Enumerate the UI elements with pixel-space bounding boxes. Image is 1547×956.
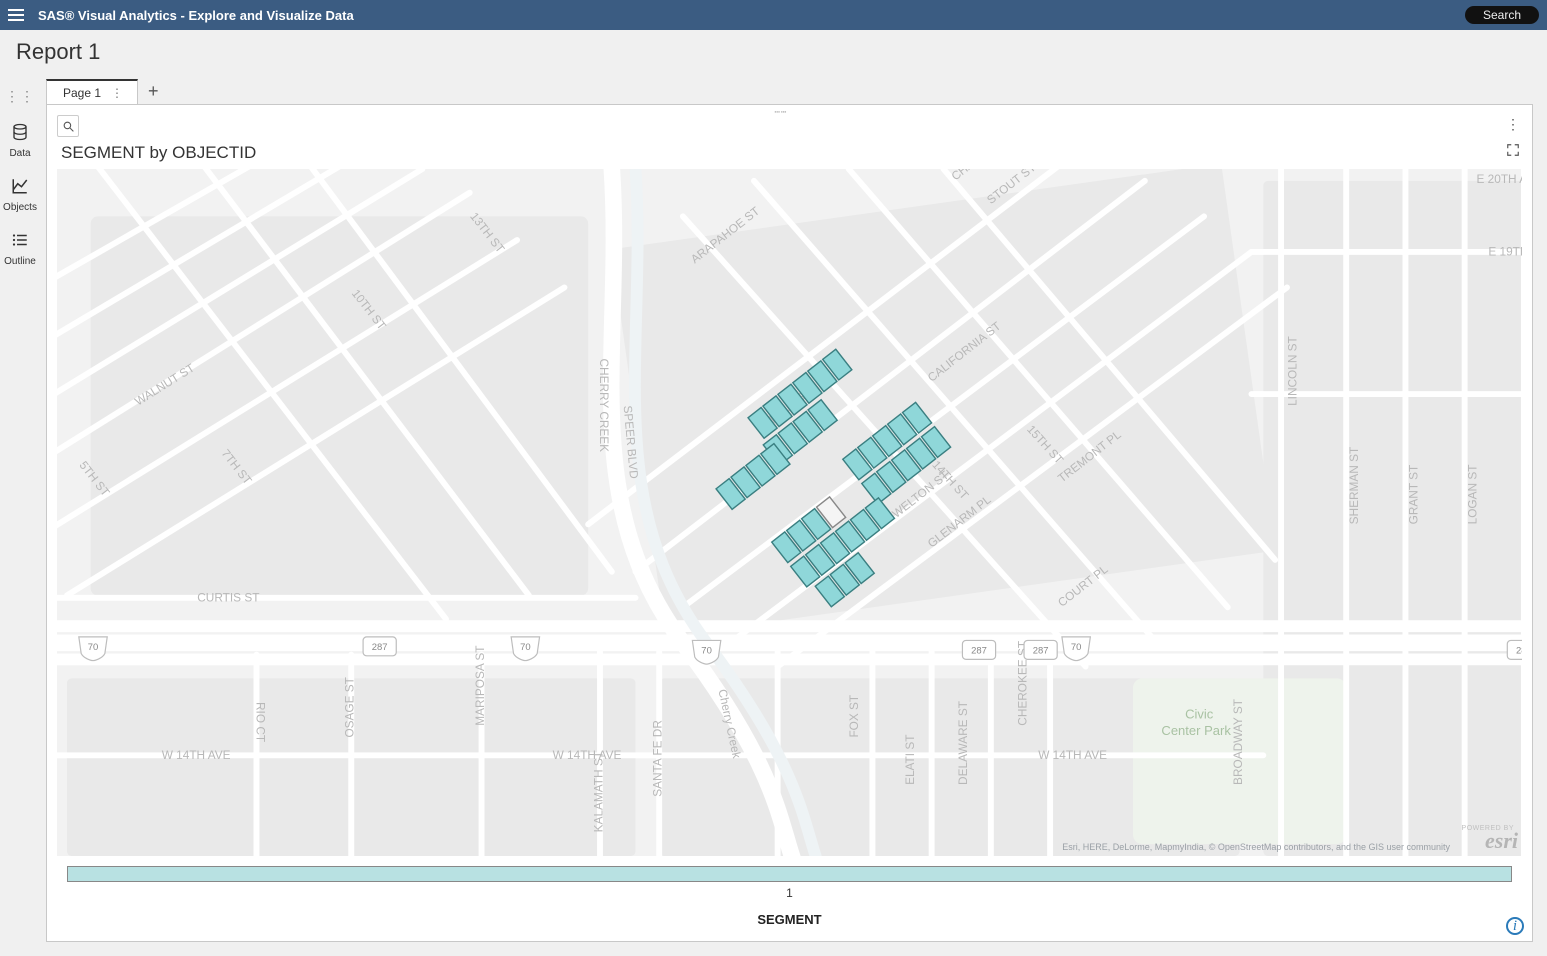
global-search[interactable]: Search (1465, 6, 1539, 24)
workspace: Page 1 ⋮ + ┅┅ SEGMENT by OBJECTID ⋮ (40, 74, 1547, 956)
svg-text:287: 287 (1033, 645, 1049, 656)
chart-icon (11, 177, 29, 198)
svg-text:70: 70 (88, 642, 99, 653)
geo-map[interactable]: 13TH ST 10TH ST 7TH ST 5TH ST WALNUT ST … (57, 169, 1522, 856)
magnifier-icon (62, 120, 75, 133)
svg-text:W 14TH AVE: W 14TH AVE (553, 748, 622, 762)
svg-text:287: 287 (372, 642, 388, 653)
svg-text:LINCOLN ST: LINCOLN ST (1285, 336, 1299, 406)
svg-text:70: 70 (1071, 642, 1082, 653)
svg-text:287: 287 (1516, 645, 1522, 656)
legend-color-bar (67, 866, 1512, 882)
maximize-button[interactable] (1502, 139, 1524, 161)
rail-item-data[interactable]: Data (0, 123, 40, 159)
report-canvas: ┅┅ SEGMENT by OBJECTID ⋮ (46, 104, 1533, 942)
svg-text:FOX ST: FOX ST (847, 695, 861, 738)
tab-label: Page 1 (63, 86, 101, 100)
svg-text:W 14TH AVE: W 14TH AVE (1038, 748, 1107, 762)
svg-text:SANTA FE DR: SANTA FE DR (651, 720, 665, 797)
svg-text:DELAWARE ST: DELAWARE ST (956, 701, 970, 785)
svg-text:KALAMATH ST: KALAMATH ST (591, 751, 605, 832)
object-search-button[interactable] (57, 115, 79, 137)
svg-text:Civic: Civic (1185, 707, 1214, 722)
svg-text:E 20TH AVE: E 20TH AVE (1477, 172, 1523, 186)
left-rail: ⋮⋮ Data Objects Outline (0, 74, 40, 956)
svg-text:ELATI ST: ELATI ST (903, 735, 917, 785)
svg-text:SHERMAN ST: SHERMAN ST (1347, 447, 1361, 525)
report-title-row: Report 1 (0, 30, 1547, 74)
database-icon (11, 123, 29, 144)
list-icon (11, 231, 29, 252)
rail-item-label: Outline (4, 256, 36, 267)
svg-text:MARIPOSA ST: MARIPOSA ST (473, 646, 487, 726)
svg-text:CHERRY CREEK: CHERRY CREEK (597, 359, 611, 453)
svg-text:GRANT ST: GRANT ST (1406, 465, 1420, 525)
svg-text:CURTIS ST: CURTIS ST (197, 590, 259, 604)
legend-tick: 1 (67, 886, 1512, 900)
drag-handle-icon[interactable]: ┅┅ (775, 107, 805, 111)
report-title: Report 1 (16, 39, 100, 65)
svg-text:W 14TH AVE: W 14TH AVE (162, 748, 231, 762)
rail-grip-icon: ⋮⋮ (5, 88, 35, 105)
maximize-icon (1506, 143, 1520, 157)
svg-text:70: 70 (701, 645, 712, 656)
tab-page-1[interactable]: Page 1 ⋮ (46, 79, 138, 104)
rail-item-label: Objects (3, 202, 37, 213)
esri-logo: esri (1485, 828, 1518, 854)
rail-item-label: Data (9, 148, 30, 159)
svg-text:E 19TH AVE: E 19TH AVE (1488, 244, 1522, 258)
tabs-row: Page 1 ⋮ + (46, 74, 1533, 104)
svg-text:70: 70 (520, 642, 531, 653)
legend-area: 1 SEGMENT (57, 856, 1522, 931)
svg-text:LOGAN ST: LOGAN ST (1466, 465, 1480, 525)
chart-title: SEGMENT by OBJECTID (61, 143, 1522, 163)
add-tab-button[interactable]: + (148, 81, 159, 104)
app-title: SAS® Visual Analytics - Explore and Visu… (38, 8, 354, 23)
menu-icon[interactable] (8, 5, 28, 25)
svg-text:Center Park: Center Park (1161, 723, 1231, 738)
info-icon[interactable]: i (1506, 917, 1524, 935)
tab-menu-icon[interactable]: ⋮ (111, 86, 123, 100)
object-menu-button[interactable]: ⋮ (1502, 113, 1524, 135)
app-topbar: SAS® Visual Analytics - Explore and Visu… (0, 0, 1547, 30)
svg-text:287: 287 (971, 645, 987, 656)
legend-label: SEGMENT (67, 912, 1512, 927)
svg-text:BROADWAY ST: BROADWAY ST (1231, 699, 1245, 785)
rail-item-outline[interactable]: Outline (0, 231, 40, 267)
map-attribution: Esri, HERE, DeLorme, MapmyIndia, © OpenS… (1062, 842, 1450, 852)
svg-text:OSAGE ST: OSAGE ST (343, 677, 357, 737)
rail-item-objects[interactable]: Objects (0, 177, 40, 213)
svg-text:RIO CT: RIO CT (253, 702, 267, 742)
